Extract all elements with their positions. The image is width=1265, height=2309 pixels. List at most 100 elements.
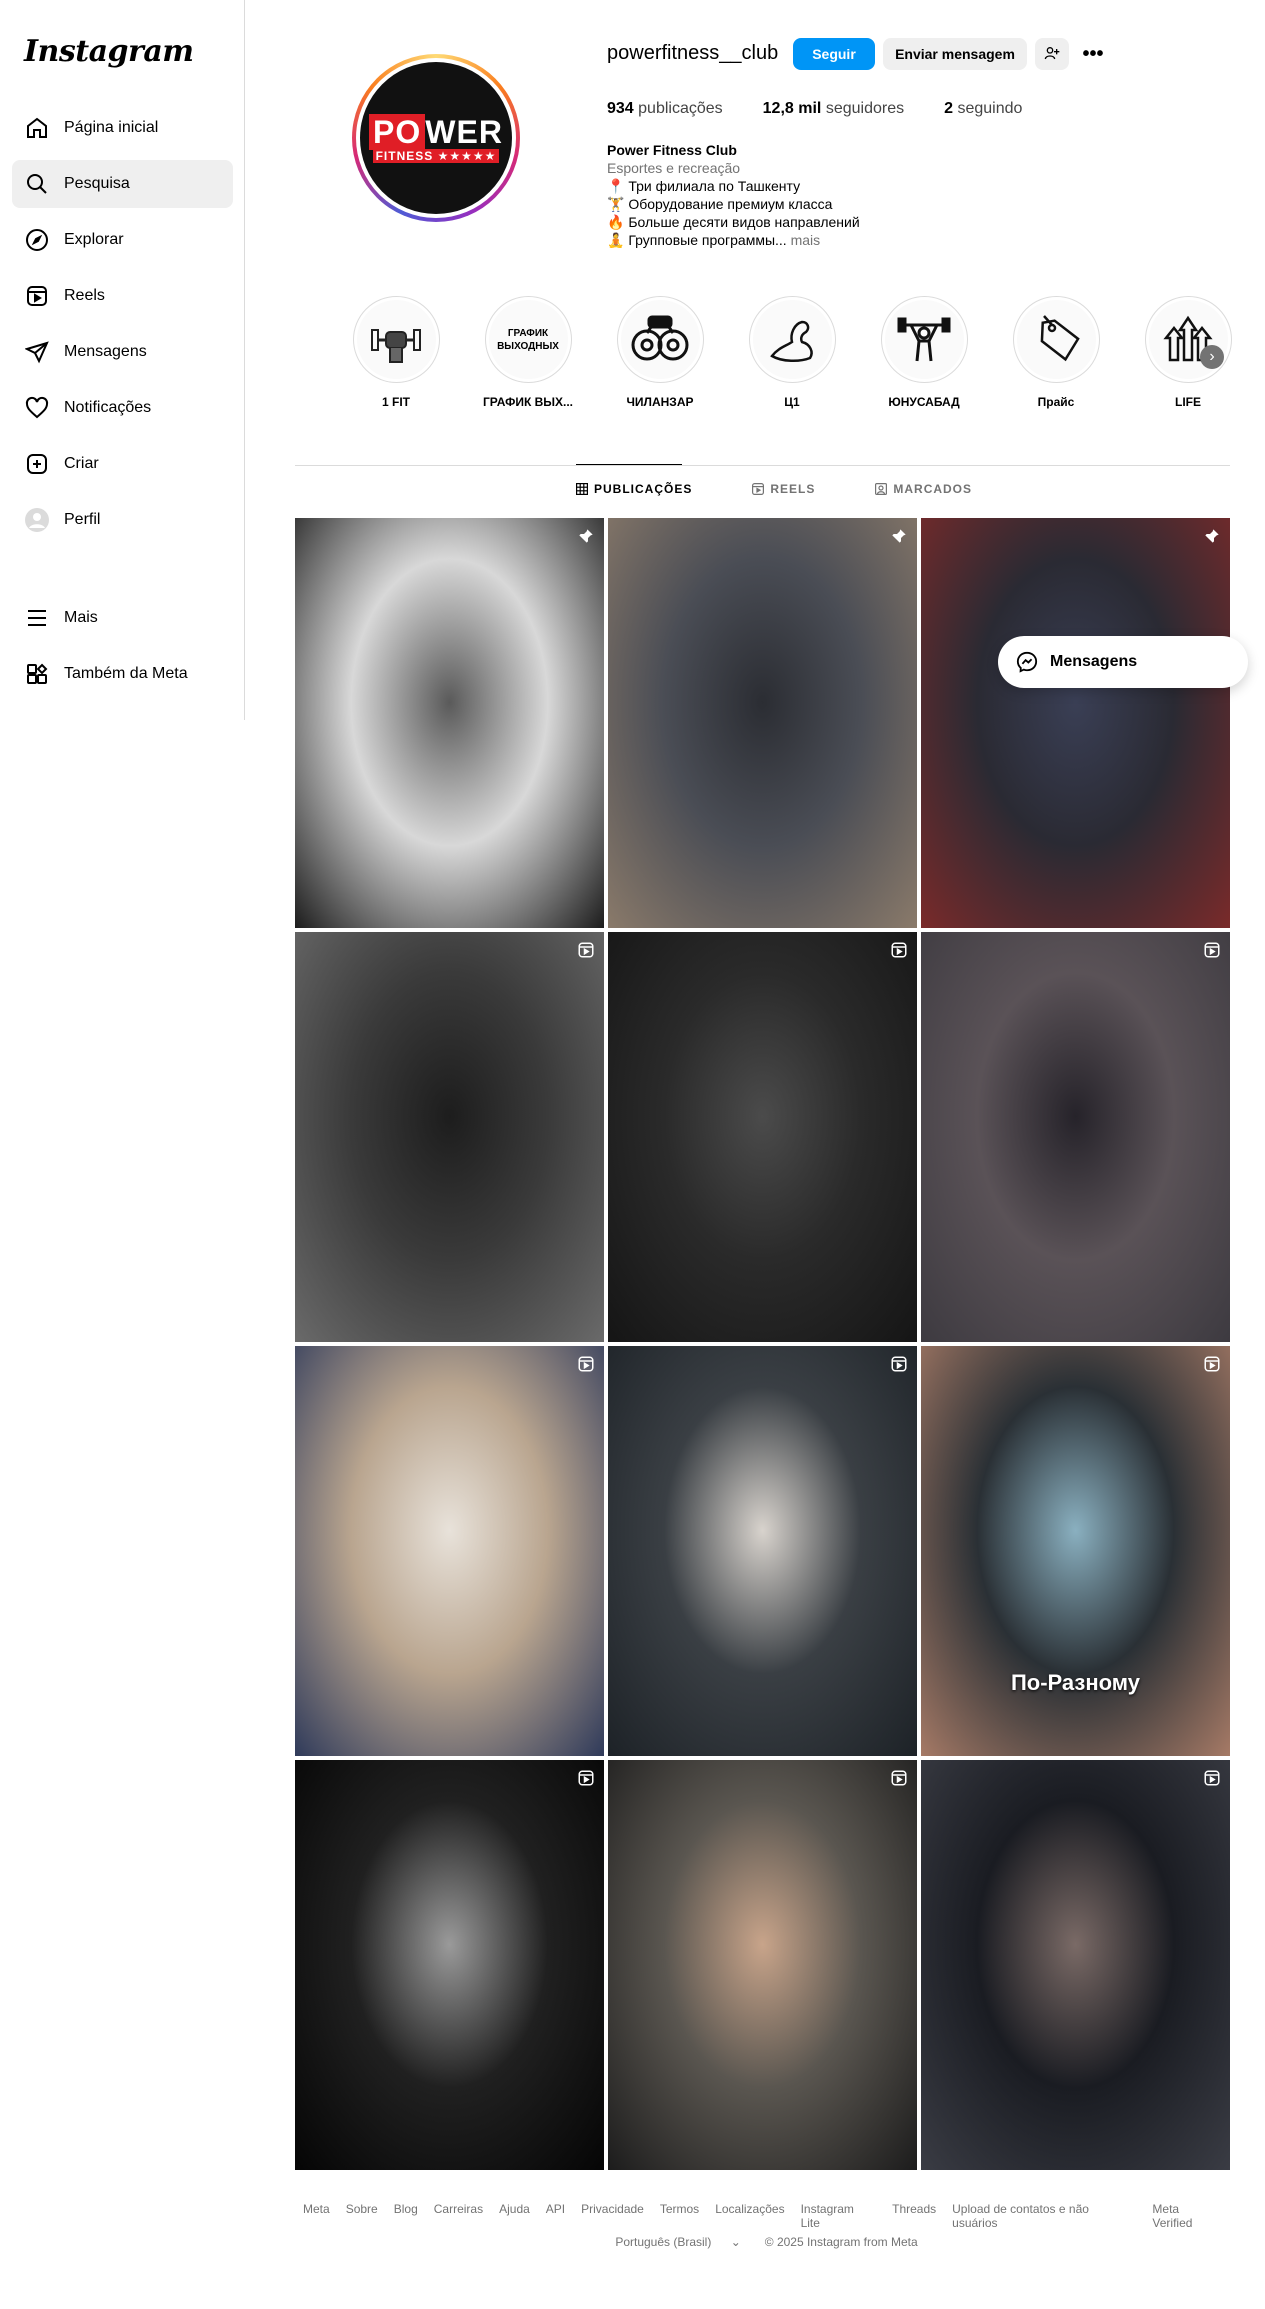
post-tile[interactable] [295,518,604,928]
footer-link[interactable]: Privacidade [581,2202,644,2230]
avatar-icon [24,507,50,533]
bio-more-link[interactable]: mais [791,232,821,248]
profile-avatar[interactable]: PO WER FITNESS ★★★★★ [352,54,520,222]
posts-grid: По-Разному [295,518,1230,2170]
sidebar-item-label: Notificações [64,399,152,416]
sidebar-item-label: Reels [64,287,105,304]
sidebar-item-label: Mensagens [64,343,147,360]
sidebar: Instagram Página inicial Pesquisa Explor… [0,0,245,720]
meta-apps-icon [24,661,50,687]
sidebar-item-create[interactable]: Criar [12,440,233,488]
sidebar-item-explore[interactable]: Explorar [12,216,233,264]
reel-icon [576,1768,596,1788]
post-tile[interactable] [295,1346,604,1756]
footer-link[interactable]: Carreiras [434,2202,483,2230]
sidebar-item-reels[interactable]: Reels [12,272,233,320]
send-message-button[interactable]: Enviar mensagem [883,38,1027,70]
tab-reels[interactable]: REELS [752,482,815,496]
tab-posts[interactable]: PUBLICAÇÕES [576,482,692,496]
posts-count: 934 publicações [607,100,723,117]
post-tile[interactable] [608,518,917,928]
sidebar-item-home[interactable]: Página inicial [12,104,233,152]
sidebar-item-notifications[interactable]: Notificações [12,384,233,432]
post-tile[interactable] [608,1346,917,1756]
highlight-chilanzar[interactable]: ЧИЛАНЗАР [594,296,726,409]
grid-icon [576,483,588,495]
footer-link[interactable]: Instagram Lite [801,2202,877,2230]
menu-icon [24,605,50,631]
instagram-logo[interactable]: Instagram [24,34,194,69]
send-icon [24,339,50,365]
weightlifter-icon [884,300,964,379]
footer-link[interactable]: Localizações [715,2202,784,2230]
post-tile[interactable] [921,518,1230,928]
post-tile[interactable] [295,932,604,1342]
footer-link[interactable]: API [546,2202,565,2230]
reel-icon [576,1354,596,1374]
tagged-icon [875,483,888,495]
heart-icon [24,395,50,421]
suggested-users-button[interactable] [1035,38,1069,70]
footer-link[interactable]: Termos [660,2202,699,2230]
highlight-label: ГРАФИК ВЫХ... [482,395,574,409]
footer-links: Meta Sobre Blog Carreiras Ajuda API Privacidad… [295,2202,1230,2230]
highlight-life[interactable]: LIFE [1122,296,1254,409]
highlight-label: 1 FIT [381,395,410,409]
footer-link[interactable]: Threads [892,2202,936,2230]
pin-icon [576,526,596,546]
post-tile[interactable] [921,1760,1230,2170]
follow-button[interactable]: Seguir [793,38,875,70]
chevron-down-icon: ⌄ [730,2235,741,2249]
sidebar-item-more[interactable]: Mais [12,594,233,642]
reels-icon [752,483,765,495]
pin-icon [889,526,909,546]
followers-count[interactable]: 12,8 mil seguidores [763,100,904,118]
highlight-schedule[interactable]: ГРАФИК ВЫХОДНЫХ ГРАФИК ВЫХ... [462,296,594,409]
highlight-label: ЧИЛАНЗАР [626,395,694,409]
home-icon [24,115,50,141]
post-tile[interactable] [295,1760,604,2170]
footer-link[interactable]: Upload de contatos e não usuários [952,2202,1136,2230]
floating-messages-button[interactable]: Mensagens [998,636,1248,688]
sidebar-item-messages[interactable]: Mensagens [12,328,233,376]
bio-line: 🔥 Больше десяти видов направлений [607,214,860,230]
sidebar-bottom: Mais Também da Meta [12,594,233,706]
sidebar-item-profile[interactable]: Perfil [12,496,233,544]
post-tile[interactable] [608,932,917,1342]
highlight-c1[interactable]: Ц1 [726,296,858,409]
reel-icon [889,940,909,960]
footer-link[interactable]: Ajuda [499,2202,530,2230]
reel-icon [1202,1768,1222,1788]
more-options-button[interactable]: ••• [1078,38,1108,70]
highlight-1fit[interactable]: 1 FIT [330,296,462,409]
profile-stats: 934 publicações 12,8 mil seguidores 2 se… [607,100,1062,118]
sidebar-item-label: Perfil [64,511,101,528]
post-tile[interactable] [608,1760,917,2170]
plus-square-icon [24,451,50,477]
story-highlights: 1 FIT ГРАФИК ВЫХОДНЫХ ГРАФИК ВЫХ... ЧИЛА… [330,296,1254,409]
post-caption-overlay: По-Разному [1010,1670,1141,1695]
reel-icon [1202,1354,1222,1374]
footer-link[interactable]: Meta Verified [1152,2202,1222,2230]
footer-link[interactable]: Meta [303,2202,330,2230]
messenger-icon [1016,651,1038,673]
dumbbell-icon [620,300,700,379]
highlight-label: Прайс [1037,395,1075,409]
highlights-next-button[interactable]: › [1200,345,1224,369]
sidebar-item-search[interactable]: Pesquisa [12,160,233,208]
language-selector[interactable]: Português (Brasil) ⌄ [607,2235,748,2249]
highlight-label: LIFE [1175,395,1201,409]
post-tile[interactable] [921,932,1230,1342]
footer-link[interactable]: Blog [394,2202,418,2230]
following-count[interactable]: 2 seguindo [944,100,1022,118]
tab-tagged[interactable]: MARCADOS [875,482,972,496]
more-horizontal-icon: ••• [1082,42,1104,65]
sidebar-item-meta[interactable]: Também da Meta [12,650,233,698]
highlight-yunusabad[interactable]: ЮНУСАБАД [858,296,990,409]
highlight-price[interactable]: Прайс [990,296,1122,409]
post-tile[interactable]: По-Разному [921,1346,1230,1756]
highlight-label: ЮНУСАБАД [888,395,960,409]
profile-username: powerfitness__club [607,42,779,64]
footer-link[interactable]: Sobre [346,2202,378,2230]
bio-category: Esportes e recreação [607,160,741,176]
